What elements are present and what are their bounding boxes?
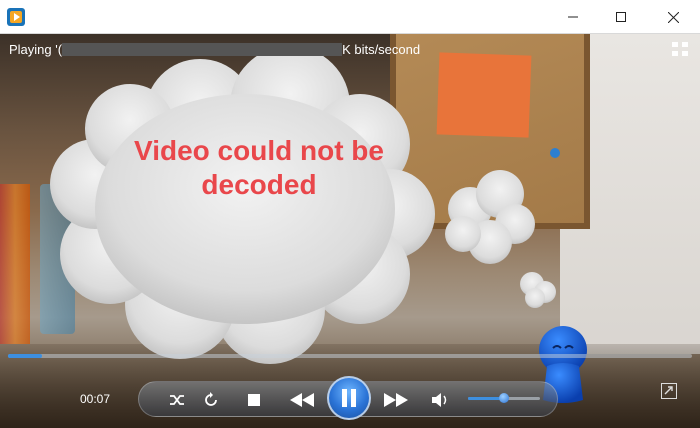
status-prefix: Playing '( — [9, 42, 63, 57]
media-player-icon — [7, 8, 25, 26]
error-message: Video could not be decoded — [134, 135, 384, 200]
minimize-button[interactable] — [550, 0, 596, 34]
status-suffix: K bits/second — [342, 42, 421, 57]
seek-bar-fill — [8, 354, 43, 358]
thought-cloud-image — [50, 46, 556, 364]
current-time: 00:07 — [80, 392, 111, 406]
shuffle-icon — [170, 395, 184, 405]
minimize-icon — [568, 16, 578, 18]
close-icon — [667, 11, 679, 23]
pause-button[interactable] — [327, 376, 371, 420]
media-player-window: Playing '( K bits/second Video could not … — [0, 0, 700, 428]
title-bar — [0, 0, 700, 34]
mute-button[interactable] — [430, 390, 452, 410]
redacted-title — [62, 43, 343, 56]
close-button[interactable] — [650, 0, 696, 34]
video-area[interactable]: Playing '( K bits/second Video could not … — [0, 34, 700, 428]
switch-layout-icon[interactable] — [672, 42, 688, 56]
repeat-button[interactable] — [200, 390, 222, 410]
next-icon — [384, 393, 408, 407]
seek-bar[interactable] — [8, 354, 692, 358]
maximize-icon — [616, 12, 626, 22]
stop-button[interactable] — [244, 390, 264, 410]
pause-icon — [342, 389, 356, 407]
stop-icon — [248, 394, 260, 406]
volume-thumb[interactable] — [499, 393, 509, 403]
fullscreen-button[interactable] — [661, 383, 677, 399]
volume-icon — [432, 393, 447, 407]
repeat-icon — [205, 392, 217, 406]
previous-button[interactable] — [280, 388, 324, 412]
status-text: Playing '( K bits/second — [9, 42, 420, 57]
previous-icon — [290, 393, 314, 407]
shuffle-button[interactable] — [166, 390, 188, 410]
next-button[interactable] — [374, 388, 418, 412]
fullscreen-icon — [664, 386, 673, 395]
volume-slider[interactable] — [468, 393, 540, 403]
maximize-button[interactable] — [598, 0, 644, 34]
